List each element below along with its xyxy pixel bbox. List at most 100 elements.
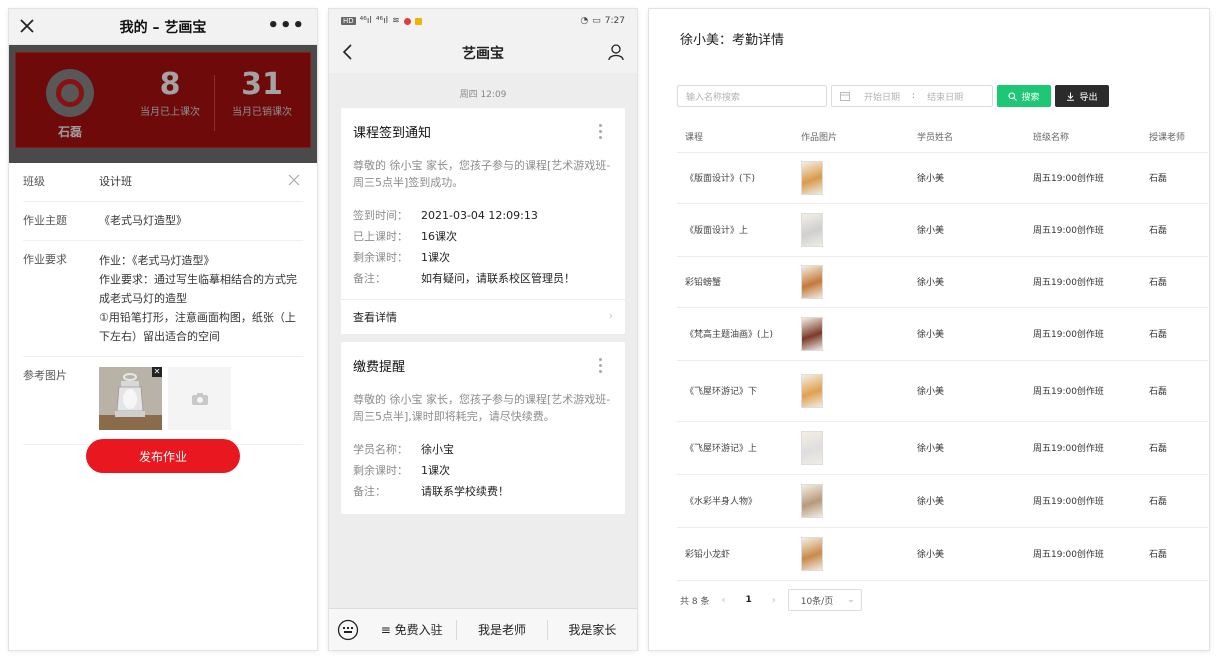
page-title: 徐小美：考勤详情	[680, 33, 785, 48]
artwork-cell	[793, 474, 909, 528]
homework-form: 班级 设计班 作业主题 《老式马灯造型》 作业要求 作业：《老式马灯造型》 作业…	[9, 163, 317, 445]
student-cell: 徐小美	[909, 307, 1025, 361]
back-icon[interactable]	[339, 43, 357, 61]
table-row[interactable]: 《梵高主题油画》(上) 徐小美 周五19:00创作班 石磊	[677, 307, 1208, 361]
course-cell: 《版面设计》(下)	[677, 152, 793, 204]
more-menu-icon[interactable]: •••	[267, 15, 305, 36]
add-image-button[interactable]	[168, 367, 231, 430]
filter-bar: 输入名称搜索 开始日期 : 结束日期 搜索 导出	[677, 85, 1109, 107]
artwork-thumbnail[interactable]	[801, 160, 823, 195]
col-teacher: 授课老师	[1141, 121, 1208, 153]
artwork-cell	[793, 256, 909, 308]
next-page-icon[interactable]: ›	[772, 595, 776, 606]
start-date: 开始日期	[864, 92, 901, 103]
table-row[interactable]: 《水彩半身人物》 徐小美 周五19:00创作班 石磊	[677, 474, 1208, 528]
clear-icon[interactable]	[287, 173, 301, 187]
class-row[interactable]: 班级 设计班	[23, 163, 303, 202]
status-bar: HD ⁴⁶ıl ⁴⁶ıl ≋ ◔ ▭ 7:27	[329, 9, 637, 33]
date-range-picker[interactable]: 开始日期 : 结束日期	[831, 85, 993, 107]
remove-image-icon[interactable]: ✕	[152, 367, 162, 377]
card-description: 尊敬的 徐小宝 家长，您孩子参与的课程[艺术游戏班-周三5点半]签到成功。	[353, 159, 611, 189]
col-artwork: 作品图片	[793, 121, 909, 153]
close-icon[interactable]	[17, 16, 37, 36]
artwork-thumbnail[interactable]	[801, 373, 823, 408]
search-button[interactable]: 搜索	[997, 85, 1051, 107]
menu-teacher[interactable]: 我是老师	[456, 619, 546, 640]
total-count: 共 8 条	[680, 596, 710, 607]
field-row: 备注： 如有疑问，请联系校区管理员！	[353, 272, 575, 285]
pagination: 共 8 条 ‹ 1 › 10条/页 ⌄	[680, 589, 862, 611]
artwork-thumbnail[interactable]	[801, 483, 823, 518]
teacher-cell: 石磊	[1141, 474, 1208, 528]
profile-header: 石磊 8 当月已上课次 31 当月已销课次	[9, 45, 317, 163]
mobile-homework-panel: 我的 – 艺画宝 ••• 石磊 8 当月已上课次 31 当月已销课次 班级 设计…	[9, 9, 317, 650]
table-row[interactable]: 《版面设计》(下) 徐小美 周五19:00创作班 石磊	[677, 152, 1208, 204]
course-cell: 《飞屋环游记》上	[677, 421, 793, 475]
requirement-row[interactable]: 作业要求 作业：《老式马灯造型》 作业要求：通过写生临摹相结合的方式完 成老式马…	[23, 241, 303, 357]
artwork-thumbnail[interactable]	[801, 536, 823, 571]
class-value: 设计班	[99, 175, 132, 188]
artwork-thumbnail[interactable]	[801, 212, 823, 247]
payment-reminder-card[interactable]: 缴费提醒 尊敬的 徐小宝 家长，您孩子参与的课程[艺术游戏班-周三5点半],课时…	[341, 342, 625, 514]
menu-parent[interactable]: 我是家长	[546, 619, 637, 640]
signal-icon-2: ⁴⁶ıl	[375, 16, 389, 26]
app-dot-icon	[414, 17, 422, 25]
view-details-link[interactable]: 查看详情 ›	[341, 299, 625, 334]
col-class: 班级名称	[1025, 121, 1141, 153]
wechat-notification-panel: HD ⁴⁶ıl ⁴⁶ıl ≋ ◔ ▭ 7:27 艺画宝 周四 12:09 课程签…	[329, 9, 637, 650]
student-cell: 徐小美	[909, 152, 1025, 204]
field-row: 已上课时： 16课次	[353, 230, 457, 243]
page-number[interactable]: 1	[737, 595, 759, 605]
chevron-down-icon: ⌄	[847, 595, 855, 605]
artwork-thumbnail[interactable]	[801, 264, 823, 299]
class-cell: 周五19:00创作班	[1025, 203, 1141, 257]
more-options-icon[interactable]	[599, 358, 603, 374]
reference-image[interactable]: ✕	[99, 367, 162, 430]
student-cell: 徐小美	[909, 474, 1025, 528]
teacher-cell: 石磊	[1141, 421, 1208, 475]
clock-time: 7:27	[604, 16, 625, 26]
artwork-thumbnail[interactable]	[801, 430, 823, 465]
reference-images-row: 参考图片 ✕	[23, 357, 303, 445]
keyboard-icon	[337, 619, 359, 640]
prev-page-icon[interactable]: ‹	[721, 595, 725, 606]
class-cell: 周五19:00创作班	[1025, 421, 1141, 475]
course-cell: 《飞屋环游记》下	[677, 360, 793, 422]
keyboard-toggle[interactable]	[329, 619, 367, 641]
student-cell: 徐小美	[909, 256, 1025, 308]
table-row[interactable]: 《飞屋环游记》上 徐小美 周五19:00创作班 石磊	[677, 421, 1208, 475]
table-header: 课程 作品图片 学员姓名 班级名称 授课老师	[677, 121, 1208, 153]
user-icon[interactable]	[607, 43, 625, 61]
battery-icon: ▭	[592, 16, 601, 26]
table-row[interactable]: 《版面设计》上 徐小美 周五19:00创作班 石磊	[677, 203, 1208, 257]
artwork-thumbnail[interactable]	[801, 316, 823, 351]
page-title: 我的 – 艺画宝	[119, 19, 207, 36]
attendance-table: 课程 作品图片 学员姓名 班级名称 授课老师 《版面设计》(下) 徐小美 周五19:…	[677, 121, 1208, 581]
class-cell: 周五19:00创作班	[1025, 152, 1141, 204]
more-options-icon[interactable]	[599, 124, 603, 140]
teacher-cell: 石磊	[1141, 203, 1208, 257]
table-row[interactable]: 《飞屋环游记》下 徐小美 周五19:00创作班 石磊	[677, 360, 1208, 422]
class-cell: 周五19:00创作班	[1025, 527, 1141, 581]
class-cell: 周五19:00创作班	[1025, 307, 1141, 361]
teacher-cell: 石磊	[1141, 152, 1208, 204]
export-button[interactable]: 导出	[1055, 85, 1109, 107]
search-input[interactable]: 输入名称搜索	[677, 85, 827, 107]
requirement-text: 作业：《老式马灯造型》 作业要求：通过写生临摹相结合的方式完 成老式马灯的造型 …	[99, 254, 297, 343]
student-cell: 徐小美	[909, 203, 1025, 257]
topic-value: 《老式马灯造型》	[99, 214, 187, 227]
artwork-cell	[793, 527, 909, 581]
course-cell: 《梵高主题油画》(上)	[677, 307, 793, 361]
publish-homework-button[interactable]: 发布作业	[86, 439, 240, 473]
table-row[interactable]: 彩铅小龙虾 徐小美 周五19:00创作班 石磊	[677, 527, 1208, 581]
field-row: 剩余课时： 1课次	[353, 251, 450, 264]
message-timestamp: 周四 12:09	[459, 90, 507, 100]
menu-free-join[interactable]: ≡ 免费入驻	[367, 620, 456, 640]
checkin-notification-card[interactable]: 课程签到通知 尊敬的 徐小宝 家长，您孩子参与的课程[艺术游戏班-周三5点半]签…	[341, 108, 625, 334]
card-title: 缴费提醒	[353, 360, 406, 375]
page-size-select[interactable]: 10条/页 ⌄	[787, 589, 862, 611]
course-cell: 《水彩半身人物》	[677, 474, 793, 528]
notification-dot-icon	[403, 17, 411, 25]
topic-row[interactable]: 作业主题 《老式马灯造型》	[23, 202, 303, 241]
table-row[interactable]: 彩铅螃蟹 徐小美 周五19:00创作班 石磊	[677, 256, 1208, 308]
